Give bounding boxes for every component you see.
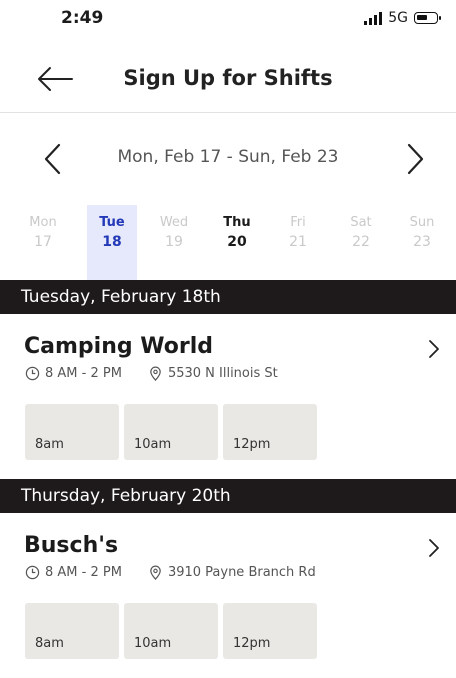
clock-icon	[25, 565, 40, 580]
status-bar: 2:49 5G	[0, 0, 456, 44]
chevron-right-icon[interactable]	[426, 537, 442, 559]
week-navigator: Mon, Feb 17 - Sun, Feb 23	[0, 113, 456, 205]
shift-slots: 8am 10am 12pm	[25, 404, 317, 460]
slot-label: 12pm	[233, 636, 271, 651]
shift-slot-button[interactable]: 8am	[25, 404, 119, 460]
location-pin-icon	[150, 366, 161, 381]
page-title: Sign Up for Shifts	[123, 66, 333, 90]
day-sun[interactable]: Sun 23	[397, 205, 447, 280]
shift-slots: 8am 10am 12pm	[25, 603, 317, 659]
slot-label: 10am	[134, 437, 172, 452]
day-name: Tue	[99, 215, 125, 230]
location-pin-icon	[150, 565, 161, 580]
day-selector: Mon 17 Tue 18 Wed 19 Thu 20 Fri 21 Sat 2…	[0, 205, 456, 280]
date-section-header: Tuesday, February 18th	[0, 280, 456, 314]
clock-icon	[25, 366, 40, 381]
day-mon[interactable]: Mon 17	[18, 205, 68, 280]
job-time: 8 AM - 2 PM	[45, 565, 122, 580]
day-date: 19	[165, 234, 183, 250]
shift-slot-button[interactable]: 8am	[25, 603, 119, 659]
chevron-right-icon[interactable]	[402, 139, 428, 179]
job-card[interactable]: Busch's 8 AM - 2 PM 3910 Payne Branch Rd…	[0, 513, 456, 678]
chevron-right-icon[interactable]	[426, 338, 442, 360]
slot-label: 12pm	[233, 437, 271, 452]
day-date: 20	[227, 234, 247, 250]
job-location: 3910 Payne Branch Rd	[167, 565, 316, 580]
network-label: 5G	[388, 10, 408, 26]
day-name: Fri	[290, 215, 306, 230]
job-time: 8 AM - 2 PM	[45, 366, 122, 381]
slot-label: 8am	[35, 636, 64, 651]
job-location: 5530 N Illinois St	[167, 366, 278, 381]
job-name: Busch's	[24, 533, 119, 558]
day-date: 17	[34, 234, 52, 250]
day-name: Thu	[223, 215, 251, 230]
week-range: Mon, Feb 17 - Sun, Feb 23	[117, 147, 339, 167]
date-section-header: Thursday, February 20th	[0, 479, 456, 513]
day-date: 23	[413, 234, 431, 250]
slot-label: 8am	[35, 437, 64, 452]
day-wed[interactable]: Wed 19	[149, 205, 199, 280]
day-name: Mon	[29, 215, 57, 230]
battery-icon	[414, 12, 441, 24]
day-date: 22	[352, 234, 370, 250]
day-tue[interactable]: Tue 18	[87, 205, 137, 280]
job-card[interactable]: Camping World 8 AM - 2 PM 5530 N Illinoi…	[0, 314, 456, 479]
header: Sign Up for Shifts	[0, 44, 456, 113]
day-date: 18	[102, 234, 122, 250]
shift-slot-button[interactable]: 10am	[124, 603, 218, 659]
day-sat[interactable]: Sat 22	[336, 205, 386, 280]
job-meta: 8 AM - 2 PM 3910 Payne Branch Rd	[25, 565, 316, 580]
day-name: Sat	[350, 215, 372, 230]
job-meta: 8 AM - 2 PM 5530 N Illinois St	[25, 366, 278, 381]
shift-slot-button[interactable]: 12pm	[223, 404, 317, 460]
day-name: Wed	[159, 215, 189, 230]
slot-label: 10am	[134, 636, 172, 651]
status-time: 2:49	[61, 8, 104, 28]
status-indicators: 5G	[364, 10, 441, 26]
signal-icon	[364, 11, 383, 25]
day-fri[interactable]: Fri 21	[273, 205, 323, 280]
shift-slot-button[interactable]: 10am	[124, 404, 218, 460]
day-date: 21	[289, 234, 307, 250]
shift-slot-button[interactable]: 12pm	[223, 603, 317, 659]
day-name: Sun	[409, 215, 435, 230]
job-name: Camping World	[24, 334, 214, 359]
day-thu[interactable]: Thu 20	[212, 205, 262, 280]
